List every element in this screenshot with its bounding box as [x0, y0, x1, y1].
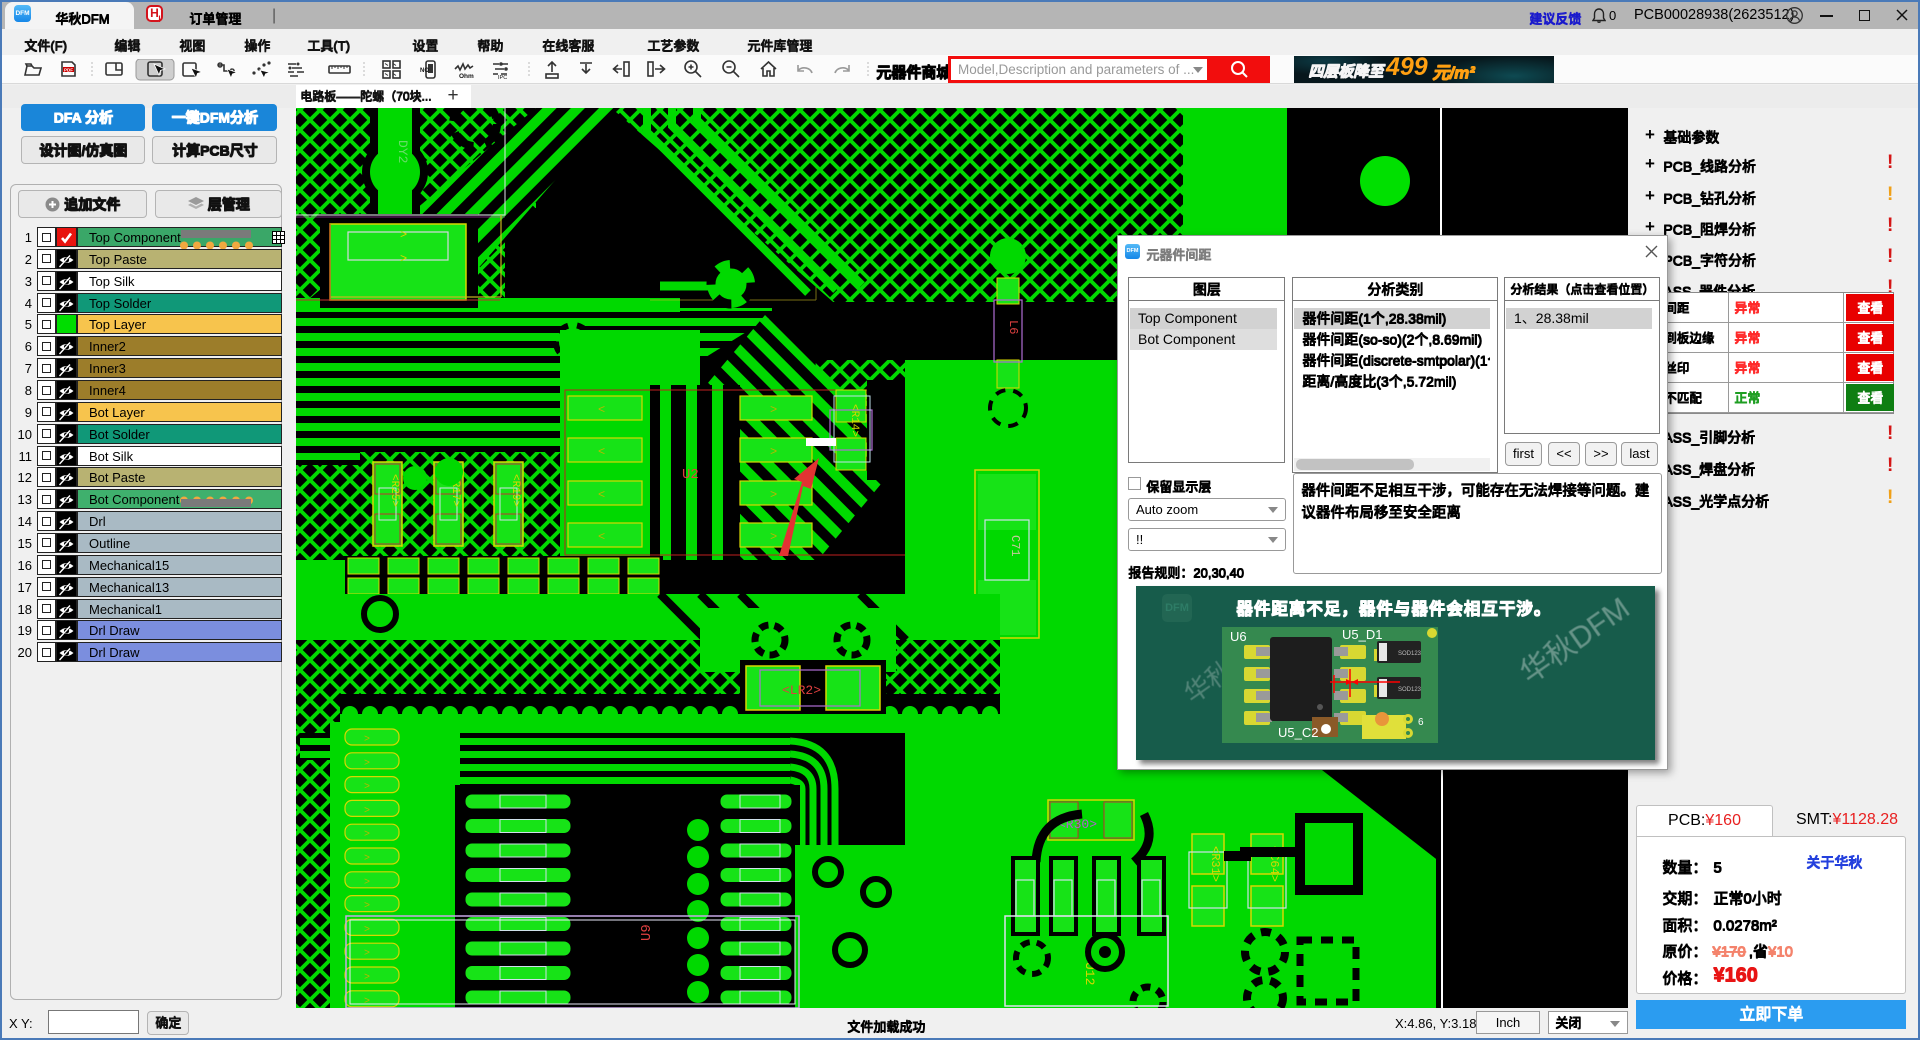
svg-text:PDF: PDF: [64, 68, 73, 73]
svg-text:>: >: [770, 445, 777, 459]
svg-text:DY2: DY2: [395, 140, 410, 163]
svg-text:SOD123: SOD123: [1398, 651, 1422, 657]
svg-text:U9: U9: [639, 924, 655, 941]
svg-text:<: <: [598, 445, 605, 459]
svg-text:<: <: [598, 488, 605, 502]
svg-text:<LR2>: <LR2>: [782, 683, 821, 698]
svg-text:>: >: [364, 973, 370, 984]
svg-text:<: <: [598, 530, 605, 544]
svg-text:<R31>: <R31>: [1208, 846, 1222, 882]
svg-text:>: >: [364, 925, 370, 936]
svg-text:>: >: [364, 901, 370, 912]
svg-text:<R25>: <R25>: [388, 474, 400, 507]
svg-text:>: >: [400, 228, 407, 242]
svg-text:NO: NO: [420, 68, 429, 74]
svg-text:>: >: [364, 782, 370, 793]
svg-text:>: >: [364, 806, 370, 817]
svg-text:>: >: [364, 854, 370, 865]
svg-text:<R14>: <R14>: [848, 404, 860, 437]
svg-text:U6: U6: [1230, 629, 1247, 644]
svg-text:>: >: [400, 252, 407, 266]
svg-text:<: <: [598, 403, 605, 417]
svg-text:IPC: IPC: [498, 75, 507, 81]
svg-text:U5_D1: U5_D1: [1342, 627, 1382, 642]
svg-text:>: >: [364, 996, 370, 1007]
svg-text:>: >: [364, 877, 370, 888]
svg-text:6: 6: [1418, 717, 1424, 728]
svg-text:>: >: [364, 735, 370, 746]
svg-text:>: >: [770, 403, 777, 417]
svg-text:>: >: [364, 949, 370, 960]
svg-text:C71: C71: [1008, 535, 1022, 557]
svg-text:U5_C2: U5_C2: [1278, 725, 1318, 740]
svg-text:>: >: [770, 530, 777, 544]
svg-text:L6: L6: [1006, 320, 1020, 334]
svg-text:U2: U2: [682, 467, 699, 483]
svg-text:Ohm: Ohm: [459, 73, 474, 80]
svg-text:<R19>: <R19>: [509, 474, 521, 507]
svg-text:>: >: [364, 758, 370, 769]
svg-text:>: >: [364, 830, 370, 841]
svg-text:>: >: [770, 488, 777, 502]
svg-text:SOD123: SOD123: [1398, 687, 1422, 693]
